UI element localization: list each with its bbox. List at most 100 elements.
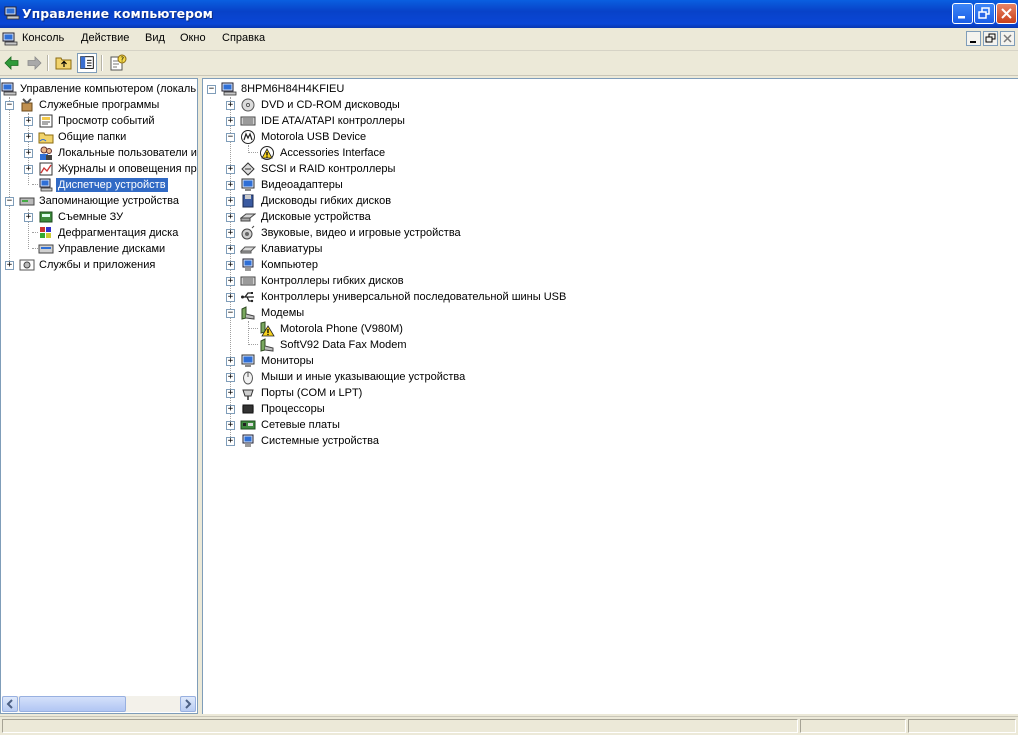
device-category[interactable]: + Мыши и иные указывающие устройства	[203, 369, 1003, 385]
collapse-toggle[interactable]: −	[207, 85, 216, 94]
title-bar[interactable]: Управление компьютером	[0, 0, 1018, 28]
forward-arrow-icon[interactable]	[24, 53, 44, 73]
horizontal-scrollbar[interactable]	[2, 696, 196, 712]
collapse-toggle[interactable]: −	[5, 101, 14, 110]
minimize-button[interactable]	[952, 3, 973, 24]
console-icon[interactable]	[2, 32, 18, 46]
expand-toggle[interactable]: +	[226, 101, 235, 110]
device-item[interactable]: Accessories Interface	[203, 145, 1003, 161]
expand-toggle[interactable]: +	[226, 437, 235, 446]
device-category[interactable]: + Видеоадаптеры	[203, 177, 1003, 193]
device-category[interactable]: + SCSI и RAID контроллеры	[203, 161, 1003, 177]
device-category[interactable]: + Компьютер	[203, 257, 1003, 273]
device-category-label: Модемы	[261, 307, 305, 319]
device-category[interactable]: + Контроллеры универсальной последовател…	[203, 289, 1003, 305]
device-category[interactable]: + Контроллеры гибких дисков	[203, 273, 1003, 289]
up-folder-icon[interactable]	[54, 53, 74, 73]
device-category[interactable]: + Процессоры	[203, 401, 1003, 417]
device-item[interactable]: SoftV92 Data Fax Modem	[203, 337, 1003, 353]
device-category-label: Видеоадаптеры	[261, 179, 343, 191]
tree-item-computer-management[interactable]: Управление компьютером (локаль	[1, 81, 197, 97]
svg-text:?: ?	[120, 56, 124, 64]
menu-item-help[interactable]: Справка	[222, 32, 265, 44]
tree-item-device-manager[interactable]: Диспетчер устройств	[1, 177, 197, 193]
expand-toggle[interactable]: +	[226, 245, 235, 254]
child-restore-button[interactable]	[983, 31, 998, 46]
device-category[interactable]: − Модемы	[203, 305, 1003, 321]
menu-item-console[interactable]: Консоль	[22, 32, 64, 44]
tree-item-label: Просмотр событий	[58, 115, 155, 127]
defrag-icon	[40, 227, 51, 238]
tree-item-local-users[interactable]: + Локальные пользователи и	[1, 145, 197, 161]
device-category[interactable]: + DVD и CD-ROM дисководы	[203, 97, 1003, 113]
collapse-toggle[interactable]: −	[226, 309, 235, 318]
console-tree-pane[interactable]: Управление компьютером (локаль − Служебн…	[0, 78, 198, 714]
expand-toggle[interactable]: +	[24, 149, 33, 158]
expand-toggle[interactable]: +	[226, 373, 235, 382]
tree-item-event-viewer[interactable]: + Просмотр событий	[1, 113, 197, 129]
tree-item-shared-folders[interactable]: + Общие папки	[1, 129, 197, 145]
expand-toggle[interactable]: +	[24, 213, 33, 222]
tree-item-disk-management[interactable]: Управление дисками	[1, 241, 197, 257]
device-category[interactable]: + IDE ATA/ATAPI контроллеры	[203, 113, 1003, 129]
device-category[interactable]: + Дисковые устройства	[203, 209, 1003, 225]
scroll-right-button[interactable]	[180, 696, 196, 712]
keyboard-icon	[240, 246, 256, 254]
expand-toggle[interactable]: +	[226, 261, 235, 270]
tree-item-system-tools[interactable]: − Служебные программы	[1, 97, 197, 113]
expand-toggle[interactable]: +	[226, 277, 235, 286]
tree-item-label: Управление компьютером (локаль	[20, 83, 197, 95]
expand-toggle[interactable]: +	[226, 357, 235, 366]
expand-toggle[interactable]: +	[226, 165, 235, 174]
device-category-label: IDE ATA/ATAPI контроллеры	[261, 115, 405, 127]
expand-toggle[interactable]: +	[226, 421, 235, 430]
device-category[interactable]: + Порты (COM и LPT)	[203, 385, 1003, 401]
device-category[interactable]: + Сетевые платы	[203, 417, 1003, 433]
tree-item-services[interactable]: + Службы и приложения	[1, 257, 197, 273]
tree-item-performance-logs[interactable]: + Журналы и оповещения пр	[1, 161, 197, 177]
tree-item-defrag[interactable]: Дефрагментация диска	[1, 225, 197, 241]
device-tree-root[interactable]: − 8HPM6H84H4KFIEU	[203, 81, 1003, 97]
device-category[interactable]: + Мониторы	[203, 353, 1003, 369]
device-tree-pane[interactable]: − 8HPM6H84H4KFIEU + DVD и CD-ROM дисково…	[202, 78, 1018, 714]
child-close-button[interactable]	[1000, 31, 1015, 46]
menu-item-window[interactable]: Окно	[180, 32, 206, 44]
expand-toggle[interactable]: +	[226, 389, 235, 398]
expand-toggle[interactable]: +	[5, 261, 14, 270]
collapse-toggle[interactable]: −	[5, 197, 14, 206]
computer-icon	[242, 258, 254, 271]
expand-toggle[interactable]: +	[24, 133, 33, 142]
restore-icon	[985, 33, 996, 43]
tree-item-storage[interactable]: − Запоминающие устройства	[1, 193, 197, 209]
back-arrow-icon[interactable]	[2, 53, 22, 73]
device-category[interactable]: + Системные устройства	[203, 433, 1003, 449]
tree-item-removable-storage[interactable]: + Съемные ЗУ	[1, 209, 197, 225]
computer-icon	[221, 82, 237, 96]
device-category[interactable]: − Motorola USB Device	[203, 129, 1003, 145]
expand-toggle[interactable]: +	[226, 405, 235, 414]
expand-toggle[interactable]: +	[226, 293, 235, 302]
device-item[interactable]: Motorola Phone (V980M)	[203, 321, 1003, 337]
collapse-toggle[interactable]: −	[226, 133, 235, 142]
scroll-left-button[interactable]	[2, 696, 18, 712]
child-minimize-button[interactable]	[966, 31, 981, 46]
device-category-label: Процессоры	[261, 403, 325, 415]
expand-toggle[interactable]: +	[24, 117, 33, 126]
device-category-label: Компьютер	[261, 259, 318, 271]
expand-toggle[interactable]: +	[226, 229, 235, 238]
close-button[interactable]	[996, 3, 1017, 24]
menu-item-view[interactable]: Вид	[145, 32, 165, 44]
device-category[interactable]: + Звуковые, видео и игровые устройства	[203, 225, 1003, 241]
expand-toggle[interactable]: +	[226, 117, 235, 126]
menu-item-action[interactable]: Действие	[81, 32, 129, 44]
show-hide-tree-icon[interactable]	[77, 53, 97, 73]
expand-toggle[interactable]: +	[24, 165, 33, 174]
scroll-thumb[interactable]	[19, 696, 126, 712]
expand-toggle[interactable]: +	[226, 197, 235, 206]
restore-button[interactable]	[974, 3, 995, 24]
device-category[interactable]: + Дисководы гибких дисков	[203, 193, 1003, 209]
expand-toggle[interactable]: +	[226, 213, 235, 222]
device-category[interactable]: + Клавиатуры	[203, 241, 1003, 257]
properties-icon[interactable]: ?	[108, 53, 128, 73]
expand-toggle[interactable]: +	[226, 181, 235, 190]
